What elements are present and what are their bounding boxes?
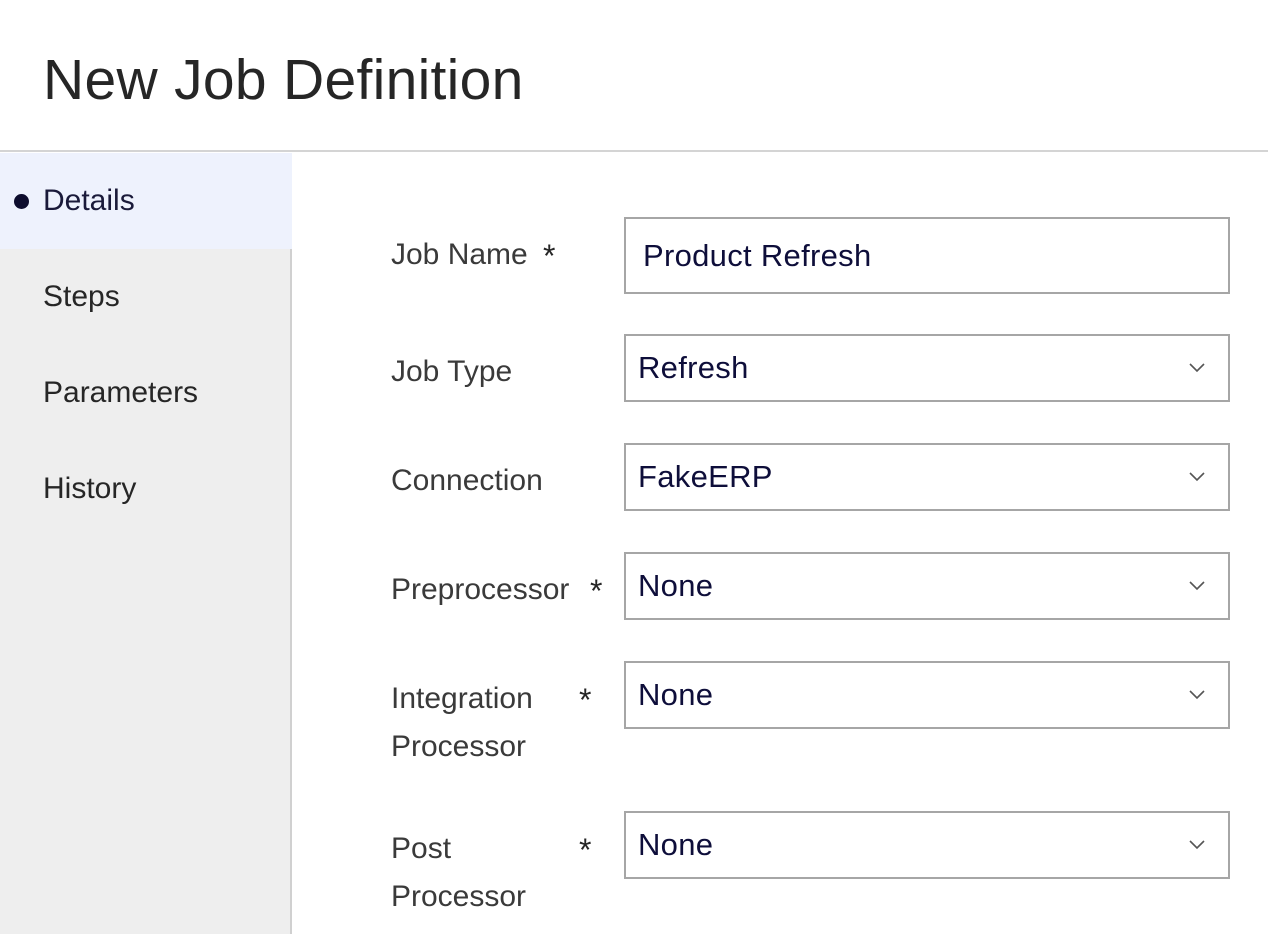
job-type-label: Job Type bbox=[391, 355, 513, 388]
sidebar-item-label: History bbox=[43, 472, 137, 505]
job-type-value: Refresh bbox=[638, 350, 749, 385]
post-processor-value: None bbox=[638, 827, 714, 862]
required-marker: * bbox=[590, 573, 603, 609]
integration-processor-value: None bbox=[638, 677, 714, 712]
sidebar-item-label: Parameters bbox=[43, 376, 199, 409]
sidebar: Details Steps Parameters History bbox=[0, 153, 292, 934]
integration-processor-select[interactable]: None bbox=[624, 661, 1230, 729]
post-processor-label-line1: Post bbox=[391, 832, 452, 865]
preprocessor-value: None bbox=[638, 568, 714, 603]
page-header: New Job Definition bbox=[0, 0, 1268, 152]
sidebar-item-parameters[interactable]: Parameters bbox=[0, 345, 292, 441]
integration-processor-label-line1: Integration bbox=[391, 682, 533, 715]
chevron-down-icon bbox=[1189, 363, 1205, 373]
chevron-down-icon bbox=[1189, 840, 1205, 850]
connection-label: Connection bbox=[391, 464, 543, 497]
job-type-select[interactable]: Refresh bbox=[624, 334, 1230, 402]
integration-processor-label-line2: Processor bbox=[391, 730, 527, 763]
connection-select[interactable]: FakeERP bbox=[624, 443, 1230, 511]
required-marker: * bbox=[579, 682, 592, 718]
page-title: New Job Definition bbox=[43, 48, 524, 112]
sidebar-item-steps[interactable]: Steps bbox=[0, 249, 292, 345]
post-processor-select[interactable]: None bbox=[624, 811, 1230, 879]
preprocessor-label: Preprocessor bbox=[391, 573, 570, 606]
chevron-down-icon bbox=[1189, 472, 1205, 482]
sidebar-item-label: Steps bbox=[43, 280, 120, 313]
sidebar-item-label: Details bbox=[43, 184, 135, 217]
sidebar-item-details[interactable]: Details bbox=[0, 153, 292, 249]
active-indicator-dot-icon bbox=[14, 194, 29, 209]
chevron-down-icon bbox=[1189, 581, 1205, 591]
post-processor-label-line2: Processor bbox=[391, 880, 527, 913]
connection-value: FakeERP bbox=[638, 459, 773, 494]
chevron-down-icon bbox=[1189, 690, 1205, 700]
sidebar-item-history[interactable]: History bbox=[0, 441, 292, 537]
job-name-input[interactable] bbox=[624, 217, 1230, 294]
required-marker: * bbox=[543, 238, 556, 274]
preprocessor-select[interactable]: None bbox=[624, 552, 1230, 620]
job-name-label: Job Name bbox=[391, 238, 528, 271]
required-marker: * bbox=[579, 832, 592, 868]
